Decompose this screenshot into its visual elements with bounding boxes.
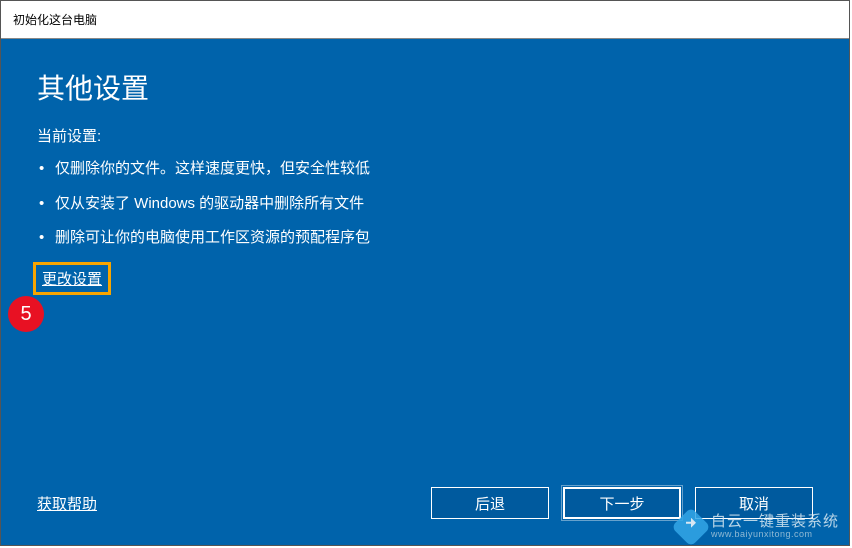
- next-button[interactable]: 下一步: [563, 487, 681, 519]
- back-button[interactable]: 后退: [431, 487, 549, 519]
- watermark: 白云一键重装系统 www.baiyunxitong.com: [677, 513, 839, 541]
- page-heading: 其他设置: [37, 67, 813, 107]
- change-settings-highlight: 更改设置: [33, 262, 111, 295]
- watermark-icon: [671, 507, 711, 547]
- step-number-badge: 5: [8, 296, 44, 332]
- dialog-window: 初始化这台电脑 其他设置 当前设置: 仅删除你的文件。这样速度更快，但安全性较低…: [0, 0, 850, 546]
- list-item: 仅从安装了 Windows 的驱动器中删除所有文件: [37, 187, 813, 222]
- watermark-main: 白云一键重装系统: [711, 514, 839, 531]
- watermark-text: 白云一键重装系统 www.baiyunxitong.com: [711, 514, 839, 540]
- titlebar: 初始化这台电脑: [1, 1, 849, 39]
- help-link[interactable]: 获取帮助: [37, 493, 97, 514]
- current-settings-label: 当前设置:: [37, 125, 813, 146]
- list-item: 仅删除你的文件。这样速度更快，但安全性较低: [37, 152, 813, 187]
- dialog-content: 其他设置 当前设置: 仅删除你的文件。这样速度更快，但安全性较低 仅从安装了 W…: [1, 39, 849, 545]
- change-settings-link[interactable]: 更改设置: [42, 271, 102, 288]
- window-title: 初始化这台电脑: [13, 11, 97, 28]
- list-item: 删除可让你的电脑使用工作区资源的预配程序包: [37, 221, 813, 256]
- watermark-sub: www.baiyunxitong.com: [711, 530, 839, 540]
- settings-list: 仅删除你的文件。这样速度更快，但安全性较低 仅从安装了 Windows 的驱动器…: [37, 152, 813, 256]
